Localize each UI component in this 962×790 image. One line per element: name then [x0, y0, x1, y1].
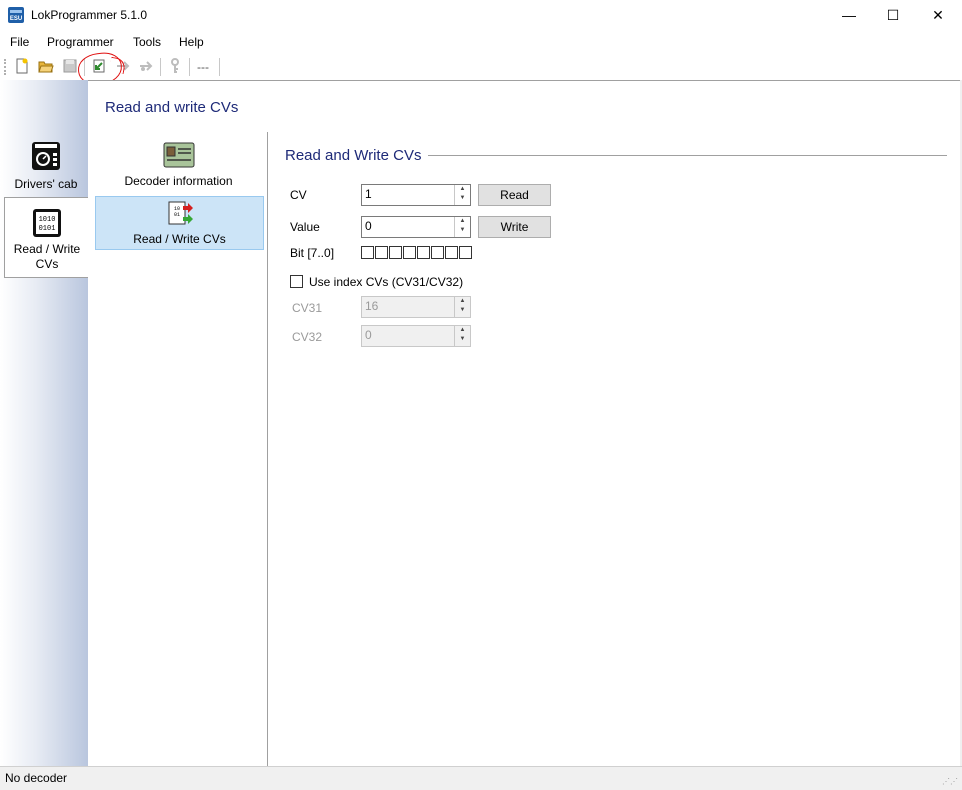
- bit-1-checkbox[interactable]: [445, 246, 458, 259]
- section-divider: [428, 155, 947, 156]
- bit-label: Bit [7..0]: [290, 246, 335, 260]
- write-sound-icon[interactable]: [137, 58, 155, 76]
- menu-tools[interactable]: Tools: [133, 35, 161, 49]
- nav-read-write-cvs-label: Read / Write CVs: [5, 242, 89, 272]
- open-folder-icon[interactable]: [37, 58, 55, 76]
- toolbar-separator: [189, 58, 190, 76]
- menu-programmer[interactable]: Programmer: [47, 35, 114, 49]
- stepper-down-icon: ▼: [459, 336, 466, 342]
- close-button[interactable]: ✕: [915, 0, 961, 30]
- menu-help[interactable]: Help: [179, 35, 204, 49]
- nav-rw-label-line1: Read / Write: [13, 242, 81, 256]
- cv-number-value: 1: [365, 187, 372, 201]
- bit-4-checkbox[interactable]: [403, 246, 416, 259]
- cv31-value: 16: [365, 299, 379, 313]
- stepper-down-icon: ▼: [459, 307, 466, 313]
- page-title: Read and write CVs: [105, 99, 239, 116]
- use-index-cvs-checkbox[interactable]: [290, 275, 303, 288]
- cv32-label: CV32: [292, 330, 323, 344]
- bit-7-checkbox[interactable]: [361, 246, 374, 259]
- bit-6-checkbox[interactable]: [375, 246, 388, 259]
- value-label: Value: [290, 220, 320, 234]
- nav-drivers-cab-label: Drivers' cab: [14, 177, 78, 191]
- read-write-cvs-label: Read / Write CVs: [133, 232, 226, 246]
- nav-rw-label-line2: CVs: [35, 257, 59, 271]
- section-title: Read and Write CVs: [285, 147, 422, 164]
- cv32-stepper: 0 ▲ ▼: [361, 325, 471, 347]
- key-icon[interactable]: [166, 58, 184, 76]
- svg-text:0101: 0101: [39, 225, 56, 233]
- toolbar-dash-item[interactable]: ---: [197, 60, 209, 74]
- cv-number-stepper[interactable]: 1 ▲ ▼: [361, 184, 471, 206]
- bit-5-checkbox[interactable]: [389, 246, 402, 259]
- stepper-up-icon: ▲: [459, 327, 466, 333]
- list-item-read-write-cvs[interactable]: 10 01 Read / Write CVs: [95, 196, 264, 250]
- app-icon: ESU: [8, 7, 24, 23]
- stepper-up-icon: ▲: [459, 298, 466, 304]
- status-text: No decoder: [5, 771, 68, 785]
- save-disk-icon[interactable]: [61, 58, 79, 76]
- drivers-cab-icon: [30, 140, 62, 172]
- use-index-cvs-label[interactable]: Use index CVs (CV31/CV32): [309, 275, 463, 289]
- resize-grip-icon[interactable]: ⋰⋰: [942, 777, 958, 786]
- svg-text:1010: 1010: [39, 216, 56, 224]
- binary-chip-icon: 1010 0101: [31, 207, 63, 239]
- maximize-icon: ☐: [886, 7, 900, 23]
- cv31-stepper: 16 ▲ ▼: [361, 296, 471, 318]
- maximize-button[interactable]: ☐: [870, 0, 916, 30]
- stepper-down-icon[interactable]: ▼: [455, 226, 470, 235]
- decoder-information-label: Decoder information: [124, 174, 233, 188]
- toolbar-grip: [4, 59, 8, 75]
- bit-0-checkbox[interactable]: [459, 246, 472, 259]
- status-bar: [0, 766, 962, 790]
- minimize-icon: —: [842, 7, 856, 23]
- minimize-button[interactable]: —: [826, 0, 872, 30]
- svg-text:01: 01: [173, 212, 179, 218]
- list-item-decoder-information[interactable]: Decoder information: [95, 140, 262, 190]
- stepper-up-icon[interactable]: ▲: [455, 217, 470, 226]
- cv-label: CV: [290, 188, 307, 202]
- read-button[interactable]: Read: [478, 184, 551, 206]
- bit-2-checkbox[interactable]: [431, 246, 444, 259]
- cv31-label: CV31: [292, 301, 323, 315]
- app-icon-text: ESU: [9, 16, 23, 22]
- read-write-cvs-icon: 10 01: [166, 200, 194, 228]
- cv-value-stepper[interactable]: 0 ▲ ▼: [361, 216, 471, 238]
- cv32-value: 0: [365, 328, 372, 342]
- close-icon: ✕: [932, 7, 944, 23]
- new-file-icon[interactable]: [13, 58, 31, 76]
- stepper-up-icon[interactable]: ▲: [455, 185, 470, 194]
- cv-value-value: 0: [365, 219, 372, 233]
- window-title: LokProgrammer 5.1.0: [31, 8, 148, 22]
- menu-file[interactable]: File: [10, 35, 29, 49]
- bit-3-checkbox[interactable]: [417, 246, 430, 259]
- stepper-down-icon[interactable]: ▼: [455, 194, 470, 203]
- nav-drivers-cab[interactable]: Drivers' cab: [4, 140, 88, 194]
- toolbar-separator: [219, 58, 220, 76]
- nav-read-write-cvs[interactable]: 1010 0101 Read / Write CVs: [4, 197, 89, 278]
- toolbar-separator: [160, 58, 161, 76]
- write-button[interactable]: Write: [478, 216, 551, 238]
- decoder-card-icon: [163, 142, 195, 168]
